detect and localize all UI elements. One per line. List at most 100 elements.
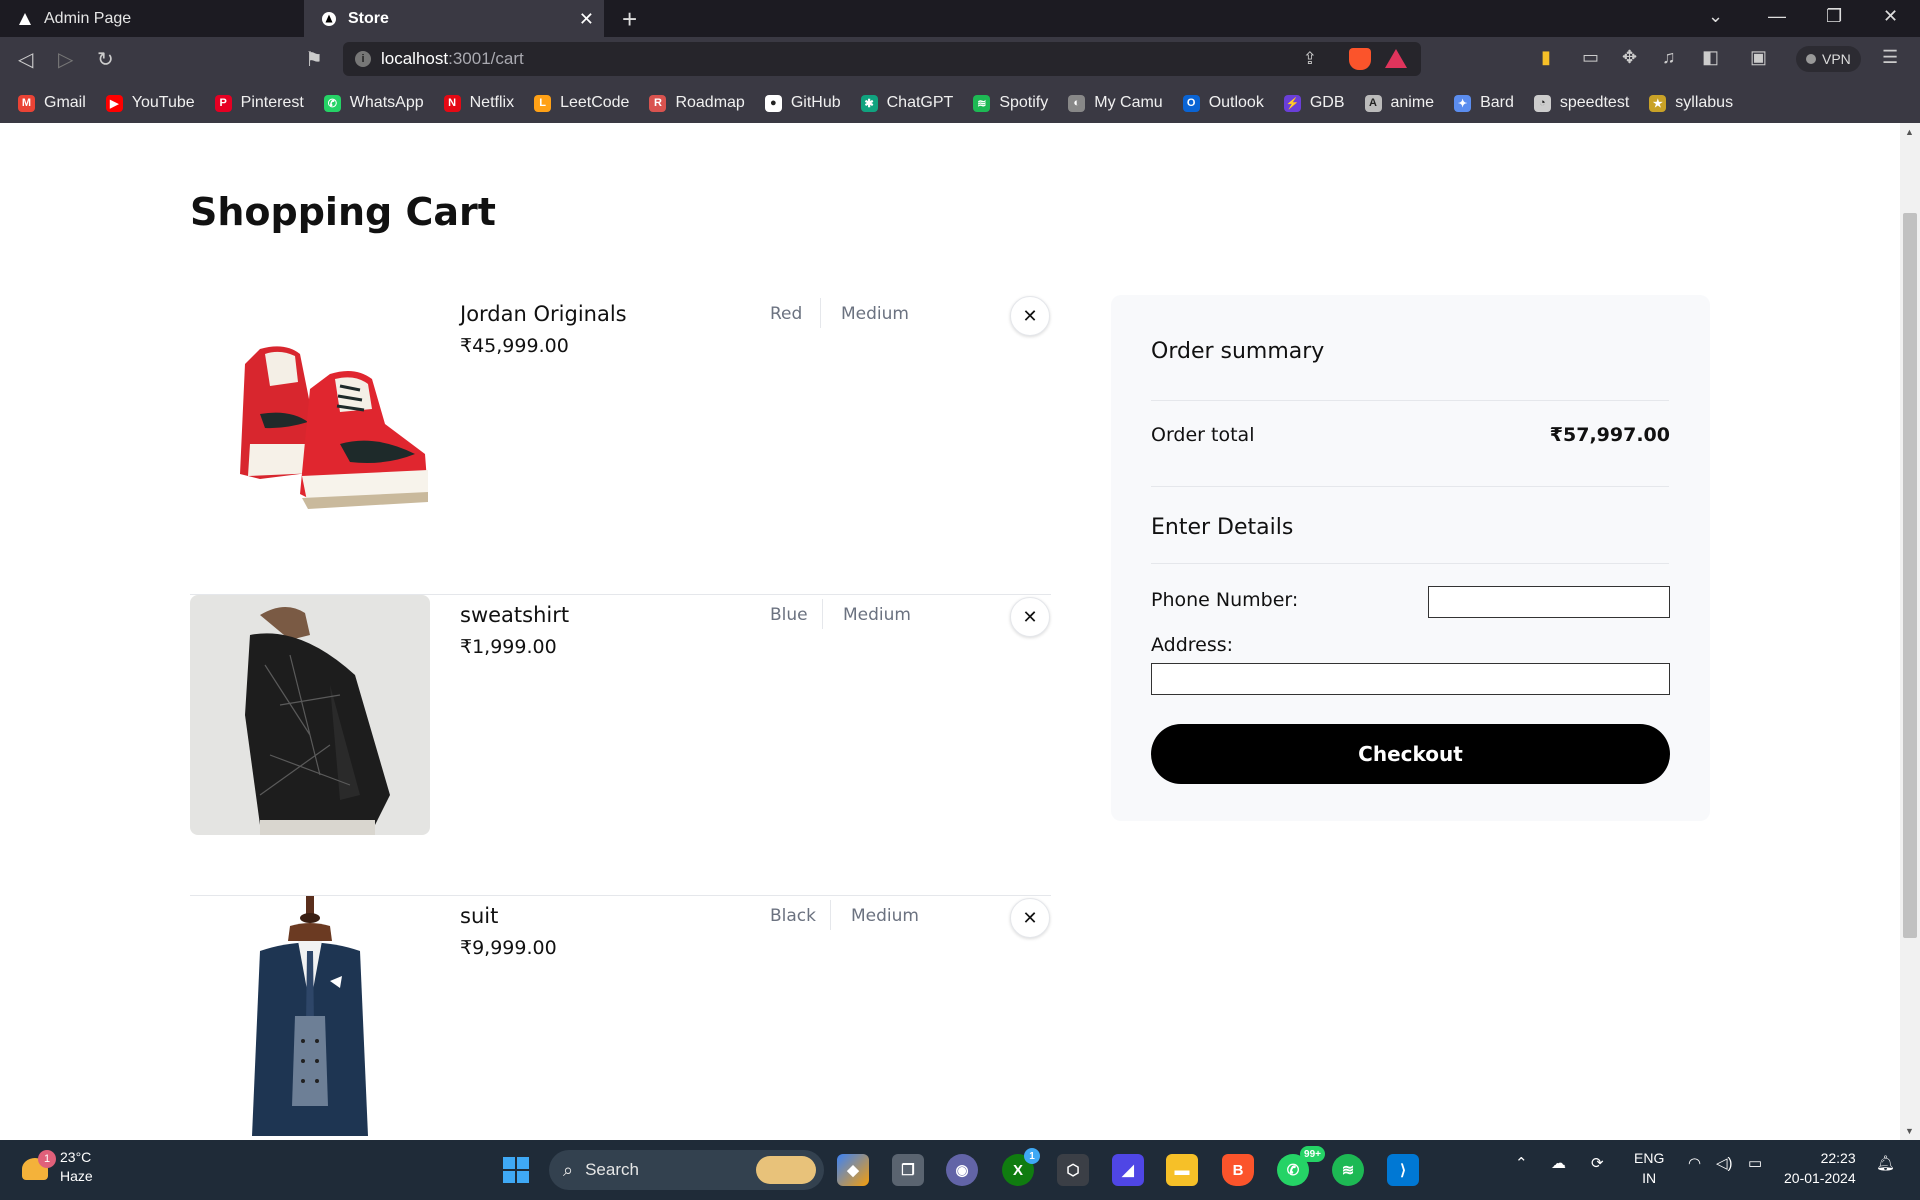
bookmark-icon[interactable]: ⚑	[305, 47, 323, 72]
bookmark-outlook[interactable]: O Outlook	[1182, 94, 1264, 112]
reload-icon[interactable]: ↻	[97, 47, 114, 72]
item-name[interactable]: sweatshirt	[460, 603, 569, 627]
share-icon[interactable]: ⇪	[1303, 49, 1317, 69]
address-field[interactable]	[1151, 663, 1670, 695]
bookmark-speedtest[interactable]: ◔ speedtest	[1533, 94, 1630, 112]
wifi-icon[interactable]: ◠	[1688, 1154, 1701, 1172]
whatsapp-badge: 99+	[1300, 1146, 1325, 1162]
address-label: Address:	[1151, 634, 1234, 656]
item-size: Medium	[843, 605, 911, 625]
bookmark-youtube[interactable]: ▶ YouTube	[105, 94, 195, 112]
minimize-icon[interactable]: —	[1768, 6, 1786, 27]
notification-bell-icon[interactable]: 🔔︎	[1876, 1154, 1895, 1172]
linear-app-icon[interactable]: ◢	[1112, 1154, 1144, 1186]
bookmark-my-camu[interactable]: ◐ My Camu	[1068, 94, 1163, 112]
file-explorer-icon[interactable]: ▬	[1166, 1154, 1198, 1186]
whatsapp-icon[interactable]: ✆ 99+	[1277, 1146, 1325, 1186]
bookmark-roadmap[interactable]: R Roadmap	[649, 94, 745, 112]
item-size: Medium	[841, 304, 909, 324]
bookmark-anime[interactable]: Aanime	[1364, 94, 1434, 112]
menu-icon[interactable]: ☰	[1882, 47, 1898, 68]
bookmark-whatsapp[interactable]: ✆ WhatsApp	[323, 94, 424, 112]
unity-icon[interactable]: ⬡	[1057, 1154, 1089, 1186]
product-image-sweatshirt[interactable]	[190, 595, 430, 835]
media-music-icon[interactable]: ♫	[1662, 47, 1676, 68]
remove-item-button[interactable]: ✕	[1010, 898, 1050, 938]
item-color: Black	[770, 906, 816, 926]
brave-rewards-icon[interactable]	[1385, 49, 1407, 68]
phone-number-field[interactable]	[1428, 586, 1670, 618]
wallet-icon[interactable]: ▣	[1750, 47, 1767, 68]
vpn-button[interactable]: VPN	[1796, 46, 1861, 72]
bookmark-gmail[interactable]: M Gmail	[18, 94, 86, 112]
bookmark-github[interactable]: ● GitHub	[764, 94, 841, 112]
battery-icon[interactable]: ▭	[1748, 1154, 1762, 1172]
restore-icon[interactable]: ❐	[1826, 6, 1842, 27]
bookmark-bard[interactable]: ✦ Bard	[1454, 94, 1514, 112]
checkout-button[interactable]: Checkout	[1151, 724, 1670, 784]
close-window-icon[interactable]: ✕	[1883, 6, 1898, 27]
sync-icon[interactable]: ⟳	[1591, 1154, 1604, 1172]
youtube-icon: ▶	[105, 94, 123, 112]
bookmark-spotify[interactable]: ≋ Spotify	[973, 94, 1048, 112]
item-size: Medium	[851, 906, 919, 926]
sidebar-icon[interactable]: ◧	[1702, 47, 1719, 68]
enter-details-title: Enter Details	[1151, 515, 1294, 540]
order-summary-panel: Order summary Order total ₹57,997.00 Ent…	[1111, 295, 1710, 821]
scrollbar-thumb[interactable]	[1903, 213, 1917, 938]
brave-browser-icon[interactable]: B	[1222, 1154, 1254, 1186]
teams-chat-icon[interactable]: ◉	[946, 1154, 978, 1186]
extensions-puzzle-icon[interactable]: ✥	[1622, 47, 1637, 68]
language-indicator[interactable]: ENG IN	[1634, 1148, 1664, 1188]
brave-shields-icon[interactable]	[1349, 48, 1371, 70]
item-name[interactable]: Jordan Originals	[460, 302, 627, 326]
volume-icon[interactable]: ◁)	[1716, 1154, 1733, 1172]
new-tab-icon[interactable]: +	[622, 4, 637, 35]
close-icon: ✕	[1022, 606, 1038, 627]
chatgpt-icon: ✱	[860, 94, 878, 112]
bookmark-chatgpt[interactable]: ✱ ChatGPT	[860, 94, 954, 112]
order-total-value: ₹57,997.00	[1549, 424, 1670, 446]
remove-item-button[interactable]: ✕	[1010, 597, 1050, 637]
vscode-icon[interactable]: ⟩	[1387, 1154, 1419, 1186]
windows-start-icon[interactable]	[500, 1154, 532, 1186]
cart-item: sweatshirt ₹1,999.00 Blue Medium ✕	[190, 595, 1051, 896]
page-scrollbar[interactable]: ▲ ▼	[1900, 123, 1920, 1140]
scroll-down-icon[interactable]: ▼	[1905, 1126, 1914, 1136]
spotify-icon[interactable]: ≋	[1332, 1154, 1364, 1186]
system-clock[interactable]: 22:23 20-01-2024	[1784, 1148, 1856, 1188]
back-icon[interactable]: ◁	[18, 47, 33, 72]
bookmark-label: speedtest	[1559, 94, 1630, 111]
tab-store[interactable]: Store ✕	[304, 0, 604, 37]
scroll-up-icon[interactable]: ▲	[1905, 127, 1914, 137]
product-image-suit[interactable]	[190, 896, 430, 1136]
bookmark-syllabus[interactable]: ★ syllabus	[1649, 94, 1733, 112]
bookmark-pinterest[interactable]: P Pinterest	[214, 94, 304, 112]
site-info-icon[interactable]: i	[355, 51, 371, 67]
task-view-icon[interactable]: ❐	[892, 1154, 924, 1186]
bookmark-gdb[interactable]: ⚡ GDB	[1283, 94, 1345, 112]
onedrive-icon[interactable]: ☁	[1551, 1154, 1566, 1172]
item-name[interactable]: suit	[460, 904, 498, 928]
tray-overflow-chevron-icon[interactable]: ⌃	[1515, 1154, 1528, 1172]
order-summary-title: Order summary	[1151, 339, 1325, 364]
tab-close-icon[interactable]: ✕	[579, 9, 594, 30]
product-image-sneakers[interactable]	[190, 294, 430, 534]
tab-admin-page[interactable]: Admin Page	[0, 0, 304, 37]
address-bar[interactable]: i localhost:3001/cart ⇪	[343, 42, 1421, 76]
bookmark-leetcode[interactable]: L LeetCode	[534, 94, 629, 112]
forward-icon[interactable]: ▷	[58, 47, 73, 72]
bookmark-label: ChatGPT	[886, 94, 954, 111]
copilot-icon[interactable]: ◆	[837, 1154, 869, 1186]
weather-widget[interactable]: 1 23°C Haze	[22, 1148, 93, 1186]
tab-list-chevron-icon[interactable]: ⌄	[1708, 6, 1723, 27]
taskbar-search[interactable]: ⌕ Search	[549, 1150, 824, 1190]
remove-item-button[interactable]: ✕	[1010, 296, 1050, 336]
bookmark-netflix[interactable]: N Netflix	[443, 94, 514, 112]
tab-favicon-icon	[322, 11, 336, 26]
leetcode-icon: L	[534, 94, 552, 112]
extension-notes-icon[interactable]: ▮	[1541, 47, 1551, 68]
bookmark-label: GitHub	[790, 94, 841, 111]
xbox-icon[interactable]: X 1	[1002, 1148, 1040, 1186]
extension-media-icon[interactable]: ▭	[1582, 47, 1599, 68]
